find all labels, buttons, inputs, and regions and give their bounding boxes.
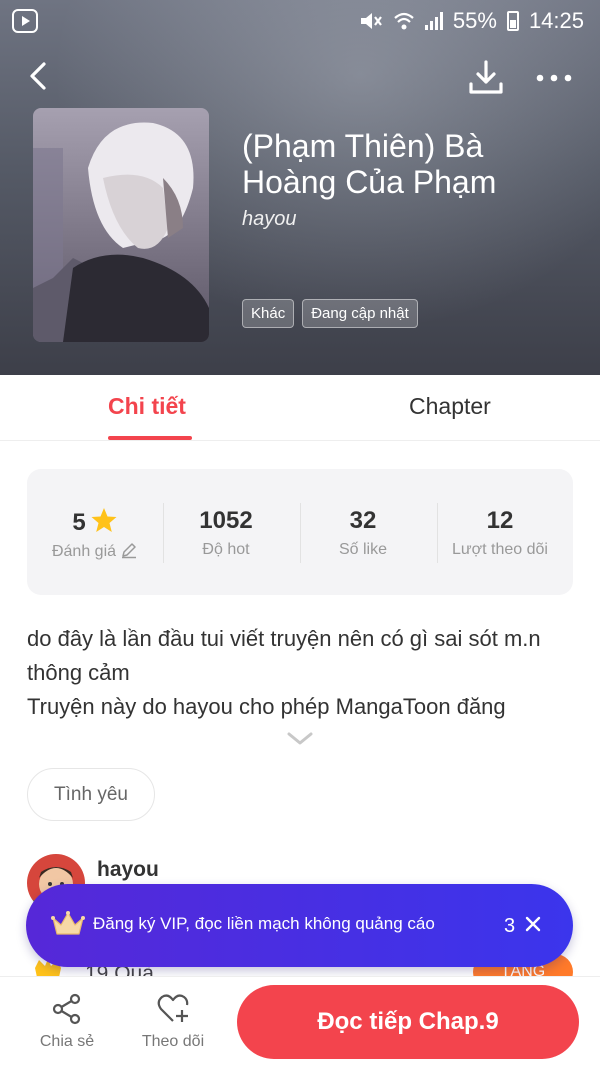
likes-label: Số like (338, 541, 388, 558)
followers-label: Lượt theo dõi (452, 541, 548, 558)
description-line: Truyện này do hayou cho phép MangaToon đ… (27, 694, 506, 719)
crown-icon (51, 911, 85, 935)
heart-plus-icon (157, 994, 189, 1022)
follow-label: Theo dõi (141, 1033, 205, 1050)
book-header: 55% 14:25 (Phạm Thiên) Bà Hoàng Của Phạm… (0, 0, 600, 375)
tag-category: Khác (242, 299, 295, 328)
chevron-down-icon[interactable] (286, 731, 314, 747)
back-icon[interactable] (22, 58, 58, 94)
tag-status: Đang cập nhật (302, 299, 418, 328)
author-name[interactable]: hayou (97, 858, 159, 882)
genre-chip[interactable]: Tình yêu (27, 768, 155, 821)
book-description: do đây là lần đầu tui viết truyện nên có… (27, 622, 577, 724)
tab-details[interactable]: Chi tiết (108, 393, 186, 420)
book-cover[interactable] (33, 108, 209, 342)
stat-rating[interactable]: 5 Đánh giá (27, 507, 163, 561)
stat-hot: 1052 Độ hot (158, 507, 294, 559)
wifi-icon (394, 12, 414, 30)
share-button[interactable]: Chia sẻ (27, 993, 107, 1051)
status-bar: 55% 14:25 (0, 0, 600, 44)
edit-icon[interactable] (120, 541, 138, 559)
book-tags: Khác Đang cập nhật (242, 299, 418, 328)
hot-label: Độ hot (202, 541, 250, 558)
book-title: (Phạm Thiên) Bà Hoàng Của Phạm (242, 128, 497, 200)
tab-chapter[interactable]: Chapter (409, 393, 491, 420)
description-line: do đây là lần đầu tui viết truyện nên có… (27, 626, 541, 651)
clock: 14:25 (528, 8, 584, 33)
signal-icon (424, 12, 443, 30)
follow-button[interactable]: Theo dõi (133, 993, 213, 1051)
star-icon (91, 508, 117, 532)
mute-icon (360, 13, 382, 29)
description-line: thông cảm (27, 660, 130, 685)
battery-icon (506, 11, 519, 31)
continue-reading-button[interactable]: Đọc tiếp Chap.9 (237, 985, 579, 1059)
active-tab-indicator (108, 436, 192, 440)
stat-likes: 32 Số like (295, 507, 431, 559)
vip-banner-text: Đăng ký VIP, đọc liền mạch không quảng c… (93, 914, 435, 933)
vip-countdown: 3 (504, 915, 516, 937)
download-icon[interactable] (466, 58, 506, 98)
rating-label: Đánh giá (51, 543, 117, 560)
followers-value: 12 (486, 507, 514, 534)
vip-banner[interactable]: Đăng ký VIP, đọc liền mạch không quảng c… (26, 884, 573, 967)
stats-card: 5 Đánh giá 1052 Độ hot 32 Số like 12 Lượ… (27, 469, 573, 595)
book-author[interactable]: hayou (242, 208, 297, 231)
likes-value: 32 (349, 507, 377, 534)
status-indicators: 55% 14:25 (359, 8, 584, 34)
tab-bar: Chi tiết Chapter (0, 375, 600, 441)
stat-followers: 12 Lượt theo dõi (432, 507, 568, 559)
share-icon (52, 993, 81, 1025)
share-label: Chia sẻ (39, 1033, 95, 1050)
rating-value: 5 (72, 509, 86, 536)
more-options-icon[interactable] (534, 60, 574, 96)
close-icon[interactable] (523, 914, 543, 934)
hot-value: 1052 (199, 507, 253, 534)
battery-percent: 55% (452, 8, 497, 33)
app-notification-icon (12, 9, 38, 33)
